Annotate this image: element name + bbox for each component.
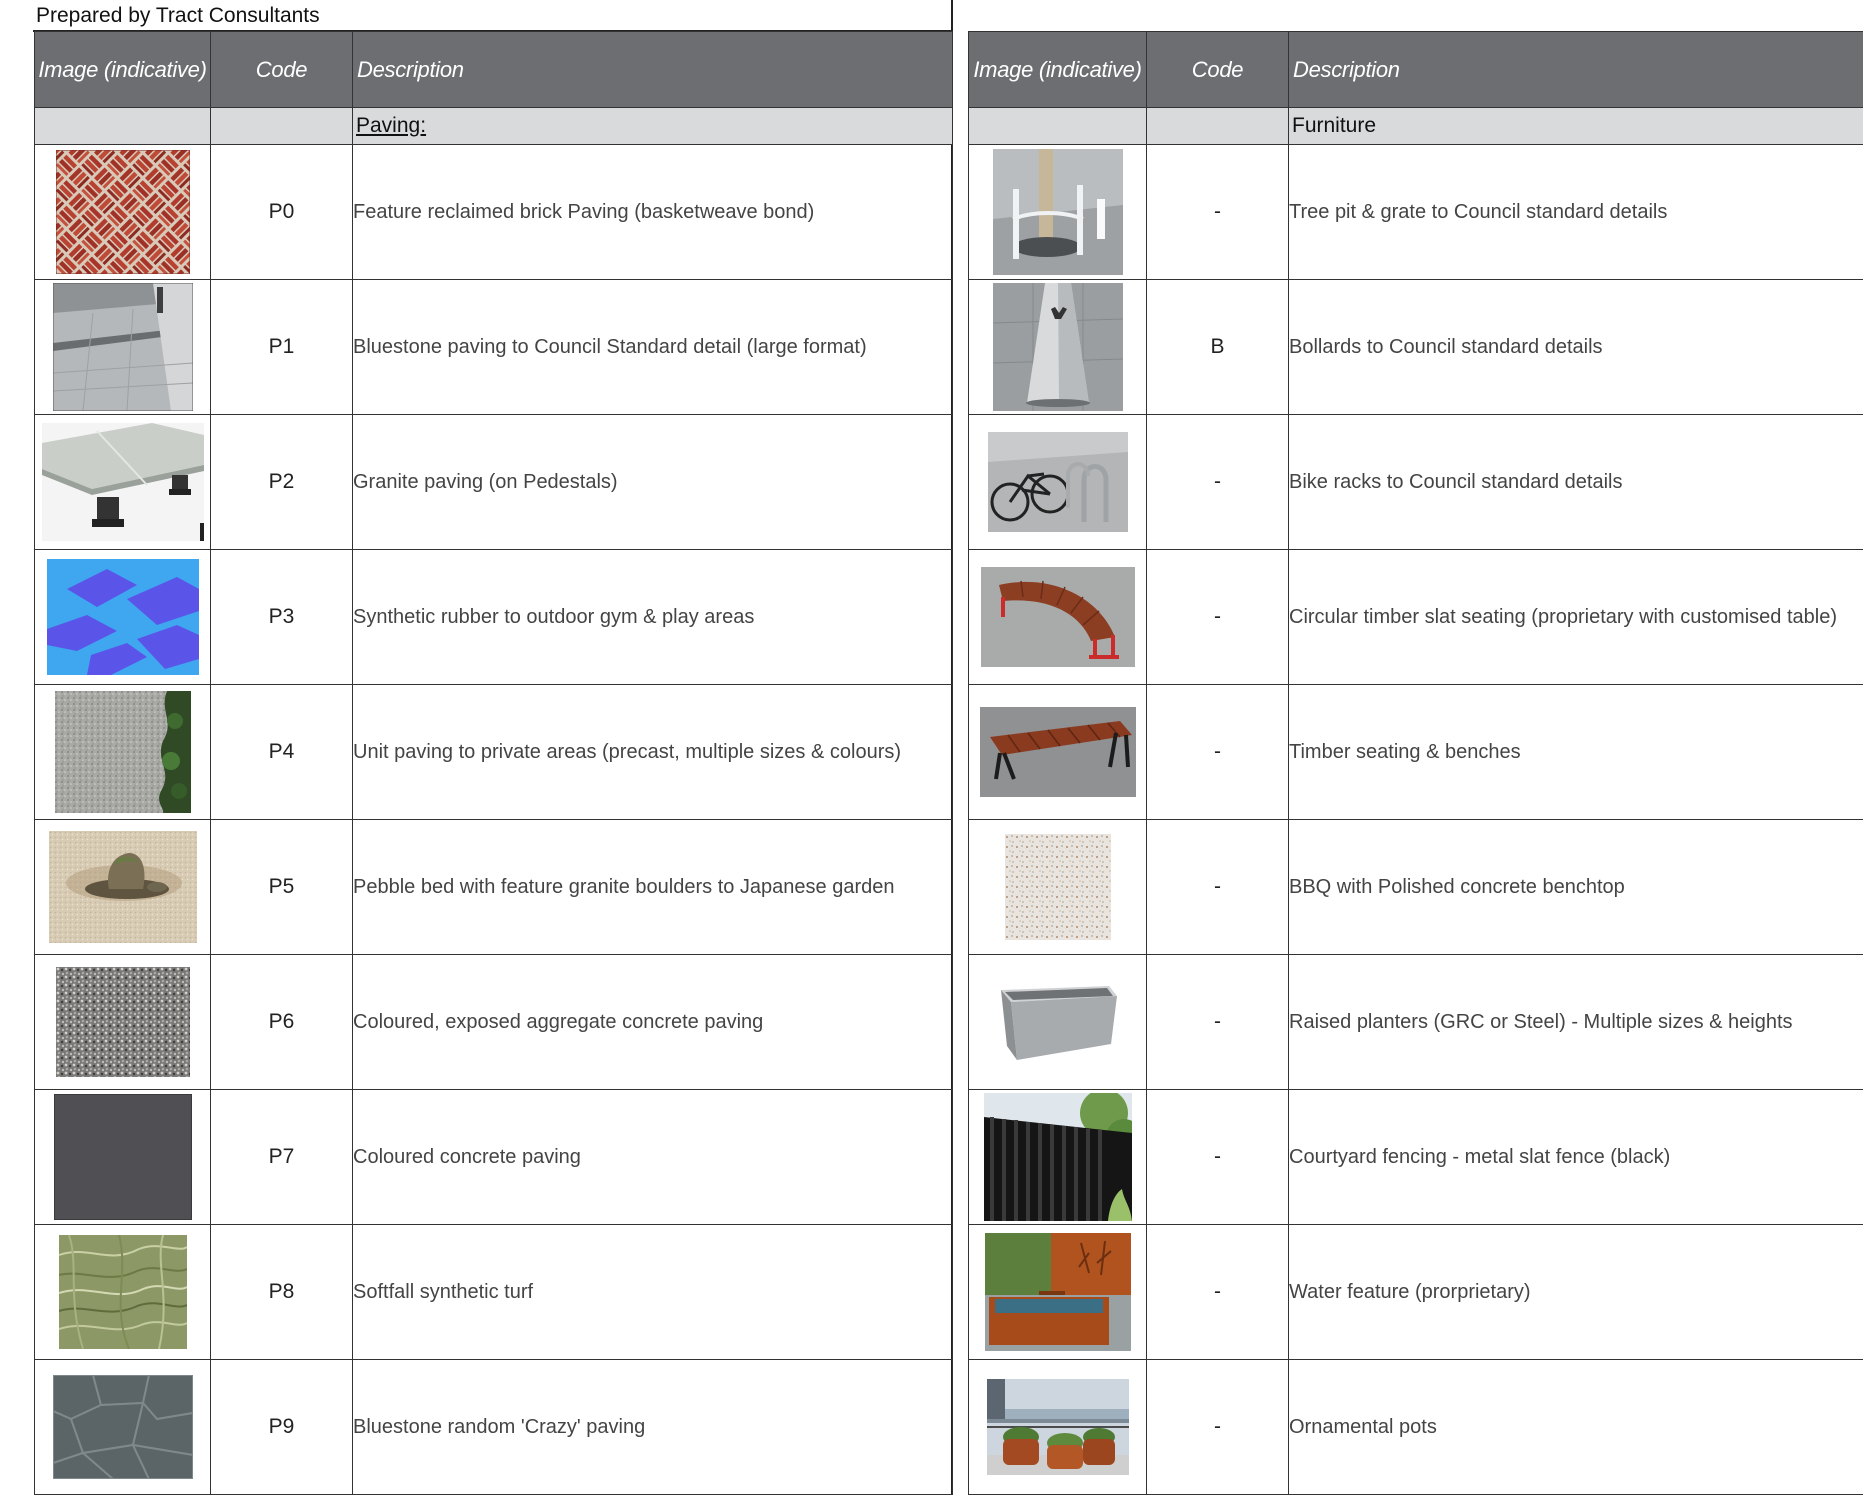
header-description: Description	[352, 31, 953, 108]
timber-bench-image	[979, 707, 1136, 797]
table-row: - Raised planters (GRC or Steel) - Multi…	[968, 954, 1863, 1090]
header-code: Code	[210, 31, 353, 108]
paving-code: P9	[210, 1359, 353, 1495]
paving-schedule-table: Image (indicative) Code Description Pavi…	[34, 31, 953, 1495]
table-header-row: Image (indicative) Code Description	[34, 31, 953, 108]
header-code: Code	[1146, 31, 1289, 108]
furniture-code: -	[1146, 1224, 1289, 1360]
table-row: P2 Granite paving (on Pedestals)	[34, 414, 953, 550]
japanese-garden-image	[48, 831, 197, 943]
paving-code: P4	[210, 684, 353, 820]
furniture-description: Circular timber slat seating (proprietar…	[1288, 549, 1863, 685]
prepared-by-label: Prepared by Tract Consultants	[36, 4, 320, 27]
table-row: - BBQ with Polished concrete benchtop	[968, 819, 1863, 955]
furniture-description: Timber seating & benches	[1288, 684, 1863, 820]
furniture-code: -	[1146, 954, 1289, 1090]
furniture-description: Tree pit & grate to Council standard det…	[1288, 144, 1863, 280]
furniture-description: Bollards to Council standard details	[1288, 279, 1863, 415]
precast-paving-image	[54, 691, 191, 813]
furniture-code: -	[1146, 819, 1289, 955]
paving-description: Pebble bed with feature granite boulders…	[352, 819, 953, 955]
table-row: - Ornamental pots	[968, 1359, 1863, 1495]
paving-description: Granite paving (on Pedestals)	[352, 414, 953, 550]
table-row: P4 Unit paving to private areas (precast…	[34, 684, 953, 820]
paving-description: Coloured concrete paving	[352, 1089, 953, 1225]
furniture-description: Water feature (prorprietary)	[1288, 1224, 1863, 1360]
furniture-description: Ornamental pots	[1288, 1359, 1863, 1495]
table-row: P3 Synthetic rubber to outdoor gym & pla…	[34, 549, 953, 685]
table-row: P6 Coloured, exposed aggregate concrete …	[34, 954, 953, 1090]
tree-pit-image	[992, 149, 1123, 275]
table-row: - Bike racks to Council standard details	[968, 414, 1863, 550]
raised-planter-image	[996, 982, 1119, 1062]
blue-rubber-image	[46, 559, 199, 675]
section-label-furniture: Furniture	[1292, 114, 1377, 137]
table-row: - Tree pit & grate to Council standard d…	[968, 144, 1863, 280]
table-row: P7 Coloured concrete paving	[34, 1089, 953, 1225]
ornamental-pots-image	[986, 1379, 1129, 1475]
paving-description: Bluestone random 'Crazy' paving	[352, 1359, 953, 1495]
brick-paving-image	[55, 150, 190, 274]
paving-code: P2	[210, 414, 353, 550]
furniture-description: Raised planters (GRC or Steel) - Multipl…	[1288, 954, 1863, 1090]
pedestal-paving-image	[41, 423, 204, 541]
bike-rack-image	[987, 432, 1128, 532]
paving-code: P7	[210, 1089, 353, 1225]
polished-concrete-image	[1004, 834, 1111, 940]
furniture-description: Bike racks to Council standard details	[1288, 414, 1863, 550]
furniture-code: -	[1146, 414, 1289, 550]
table-row: P8 Softfall synthetic turf	[34, 1224, 953, 1360]
synthetic-turf-image	[58, 1235, 187, 1349]
paving-code: P6	[210, 954, 353, 1090]
water-feature-image	[984, 1233, 1131, 1351]
furniture-description: Courtyard fencing - metal slat fence (bl…	[1288, 1089, 1863, 1225]
table-header-row: Image (indicative) Code Description	[968, 31, 1863, 108]
bollard-image	[992, 283, 1123, 411]
table-row: P1 Bluestone paving to Council Standard …	[34, 279, 953, 415]
table-row: P0 Feature reclaimed brick Paving (baske…	[34, 144, 953, 280]
crazy-paving-image	[52, 1375, 193, 1479]
bluestone-footpath-image	[52, 283, 193, 411]
paving-code: P3	[210, 549, 353, 685]
section-row-paving: Paving:	[34, 107, 953, 145]
curved-bench-image	[980, 567, 1135, 667]
table-row: - Water feature (prorprietary)	[968, 1224, 1863, 1360]
furniture-code: -	[1146, 1089, 1289, 1225]
furniture-code: -	[1146, 549, 1289, 685]
paving-description: Bluestone paving to Council Standard det…	[352, 279, 953, 415]
paving-description: Synthetic rubber to outdoor gym & play a…	[352, 549, 953, 685]
furniture-code: -	[1146, 684, 1289, 820]
section-label-paving: Paving:	[356, 114, 427, 137]
section-row-furniture: Furniture	[968, 107, 1863, 145]
furniture-code: B	[1146, 279, 1289, 415]
header-image: Image (indicative)	[34, 31, 211, 108]
table-row: - Timber seating & benches	[968, 684, 1863, 820]
paving-code: P1	[210, 279, 353, 415]
paving-code: P5	[210, 819, 353, 955]
furniture-code: -	[1146, 1359, 1289, 1495]
table-row: P5 Pebble bed with feature granite bould…	[34, 819, 953, 955]
table-row: - Courtyard fencing - metal slat fence (…	[968, 1089, 1863, 1225]
header-image: Image (indicative)	[968, 31, 1147, 108]
paving-description: Softfall synthetic turf	[352, 1224, 953, 1360]
paving-code: P0	[210, 144, 353, 280]
furniture-schedule-table: Image (indicative) Code Description Furn…	[968, 31, 1863, 1495]
paving-code: P8	[210, 1224, 353, 1360]
header-description: Description	[1288, 31, 1863, 108]
slat-fence-image	[983, 1093, 1132, 1221]
table-row: P9 Bluestone random 'Crazy' paving	[34, 1359, 953, 1495]
furniture-description: BBQ with Polished concrete benchtop	[1288, 819, 1863, 955]
exposed-aggregate-image	[55, 967, 190, 1077]
paving-description: Coloured, exposed aggregate concrete pav…	[352, 954, 953, 1090]
furniture-code: -	[1146, 144, 1289, 280]
paving-description: Unit paving to private areas (precast, m…	[352, 684, 953, 820]
charcoal-concrete-image	[53, 1094, 192, 1220]
table-row: B Bollards to Council standard details	[968, 279, 1863, 415]
paving-description: Feature reclaimed brick Paving (basketwe…	[352, 144, 953, 280]
table-row: - Circular timber slat seating (propriet…	[968, 549, 1863, 685]
